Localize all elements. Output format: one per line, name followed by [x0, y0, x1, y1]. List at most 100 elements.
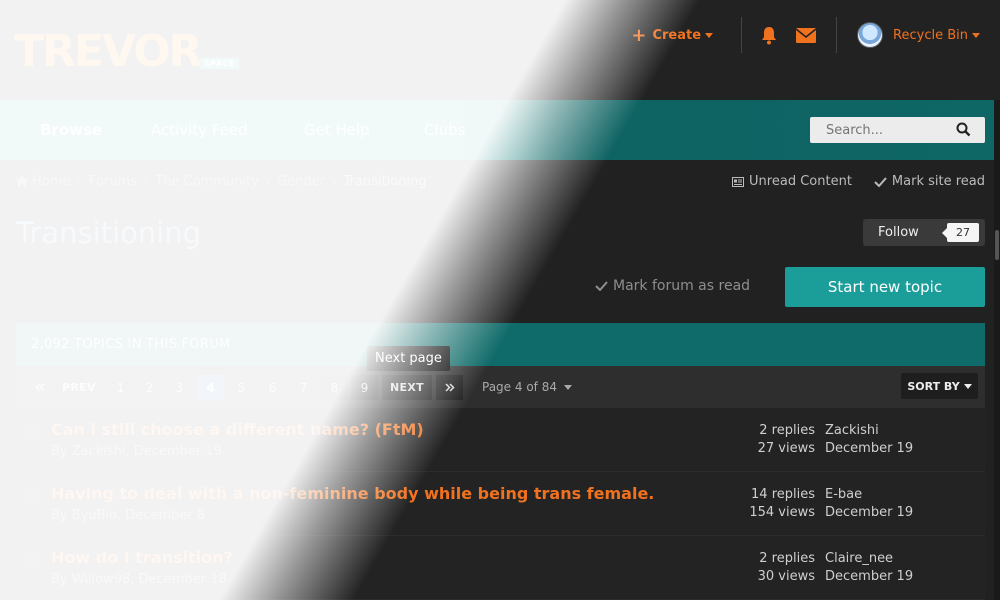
first-page-button[interactable] — [26, 375, 53, 400]
messages-button[interactable] — [796, 27, 817, 43]
envelope-icon — [796, 27, 817, 43]
site-logo[interactable]: TREVOR SPACE — [14, 30, 239, 74]
check-icon — [874, 176, 887, 187]
last-post-user[interactable]: Claire_nee — [825, 550, 913, 568]
follow-label: Follow — [878, 225, 919, 240]
breadcrumb: Home › Forums › The Community › Gender ›… — [16, 174, 426, 189]
reply-count: 2 replies — [759, 423, 815, 438]
page-5[interactable]: 5 — [228, 375, 255, 400]
last-post-user[interactable]: Zackishi — [825, 422, 913, 440]
view-count: 154 views — [749, 505, 815, 520]
last-page-button[interactable] — [436, 375, 463, 400]
last-post: E-bae December 19 — [825, 486, 913, 522]
last-post-date: December 19 — [825, 441, 914, 456]
mark-forum-read-link[interactable]: Mark forum as read — [595, 278, 750, 294]
topic-stats: 2 replies 27 views — [758, 422, 815, 458]
search-icon[interactable] — [956, 122, 971, 137]
breadcrumb-gender[interactable]: Gender — [277, 174, 325, 189]
page-9[interactable]: 9 — [351, 375, 378, 400]
unread-indicator — [26, 554, 37, 565]
chevron-down-icon — [705, 32, 714, 38]
page-6[interactable]: 6 — [259, 375, 286, 400]
breadcrumb-transitioning: Transitioning — [343, 174, 427, 189]
topic-row: How do I transition? By Willow98, Decemb… — [16, 536, 985, 600]
bell-icon — [762, 26, 777, 44]
start-new-topic-button[interactable]: Start new topic — [785, 267, 985, 307]
check-icon — [595, 281, 608, 291]
next-page-tooltip: Next page — [367, 346, 450, 371]
create-button[interactable]: + Create — [631, 25, 714, 46]
topic-row: Can i still choose a different name? (Ft… — [16, 408, 985, 472]
follow-button[interactable]: Follow 27 — [863, 219, 985, 246]
breadcrumb-home[interactable]: Home — [32, 174, 70, 189]
topic-title-link[interactable]: How do I transition? — [51, 548, 233, 567]
double-chevron-right-icon — [444, 383, 455, 392]
unread-indicator — [26, 490, 37, 501]
chevron-right-icon: › — [77, 175, 82, 188]
page-2[interactable]: 2 — [136, 375, 163, 400]
view-count: 30 views — [757, 569, 815, 584]
create-label: Create — [652, 27, 702, 43]
last-post-date: December 19 — [825, 505, 914, 520]
sort-by-button[interactable]: SORT BY — [901, 373, 978, 399]
chevron-right-icon: › — [265, 175, 271, 188]
last-post-user[interactable]: E-bae — [825, 486, 913, 504]
chevron-right-icon: › — [143, 175, 149, 188]
nav-browse[interactable]: Browse — [40, 100, 102, 160]
unread-indicator — [26, 426, 37, 437]
topic-author-date: By Zackishi, December 19 — [51, 444, 222, 459]
topic-stats: 14 replies 154 views — [749, 486, 815, 522]
mark-forum-read-label: Mark forum as read — [613, 278, 751, 294]
page-1[interactable]: 1 — [107, 375, 134, 400]
chevron-down-icon — [972, 32, 980, 38]
chevron-right-icon: › — [332, 175, 337, 188]
home-icon — [16, 176, 28, 187]
logo-wordmark: TREVOR — [14, 26, 203, 77]
topic-stats: 2 replies 30 views — [758, 550, 815, 586]
user-name: Recycle Bin — [893, 27, 968, 43]
reply-count: 2 replies — [759, 551, 815, 566]
topic-author-date: By Willow98, December 18 — [51, 572, 227, 587]
page-7[interactable]: 7 — [290, 375, 317, 400]
logo-subtext: SPACE — [200, 58, 239, 69]
mark-site-read-link[interactable]: Mark site read — [874, 174, 985, 189]
nav-get-help[interactable]: Get Help — [304, 100, 370, 160]
topic-list: Can i still choose a different name? (Ft… — [16, 408, 985, 600]
prev-page-button[interactable]: PREV — [58, 375, 100, 400]
notifications-button[interactable] — [760, 26, 778, 45]
avatar — [857, 22, 884, 48]
next-page-button[interactable]: NEXT — [382, 375, 432, 400]
page-title: Transitioning — [16, 216, 202, 250]
last-post: Claire_nee December 19 — [825, 550, 913, 586]
reply-count: 14 replies — [751, 487, 815, 502]
crumb-actions: Unread Content Mark site read — [710, 174, 985, 189]
search-input[interactable] — [810, 117, 945, 143]
divider — [741, 17, 743, 53]
last-post: Zackishi December 19 — [825, 422, 913, 458]
site-header: TREVOR SPACE + Create Recycle Bin — [0, 0, 1000, 100]
page-4-current[interactable]: 4 — [197, 375, 224, 400]
mark-site-read-label: Mark site read — [891, 174, 985, 189]
topic-title-link[interactable]: Having to deal with a non-feminine body … — [51, 484, 654, 503]
breadcrumb-community[interactable]: The Community — [155, 174, 259, 189]
sort-by-label: SORT BY — [907, 379, 960, 393]
page-of-label: Page 4 of 84 — [482, 380, 557, 394]
topic-author-date: By ByuBio, December 8 — [51, 508, 206, 523]
page: TREVOR SPACE + Create Recycle Bin Browse… — [0, 0, 1000, 600]
unread-content-link[interactable]: Unread Content — [732, 174, 852, 189]
scrollbar-thumb[interactable] — [995, 230, 999, 260]
divider — [836, 17, 838, 53]
chevron-down-icon — [563, 385, 572, 390]
main-nav: Browse Activity Feed Get Help Clubs — [0, 100, 1000, 160]
topic-row: Having to deal with a non-feminine body … — [16, 472, 985, 536]
chevron-down-icon — [963, 383, 972, 389]
topic-title-link[interactable]: Can i still choose a different name? (Ft… — [51, 420, 424, 439]
page-jump-dropdown[interactable]: Page 4 of 84 — [482, 375, 572, 400]
breadcrumb-forums[interactable]: Forums — [89, 174, 137, 189]
user-menu[interactable]: Recycle Bin — [847, 22, 1000, 48]
nav-activity-feed[interactable]: Activity Feed — [151, 100, 248, 160]
page-3[interactable]: 3 — [166, 375, 193, 400]
page-8[interactable]: 8 — [321, 375, 348, 400]
scrollbar[interactable] — [994, 100, 1000, 600]
nav-clubs[interactable]: Clubs — [424, 100, 465, 160]
